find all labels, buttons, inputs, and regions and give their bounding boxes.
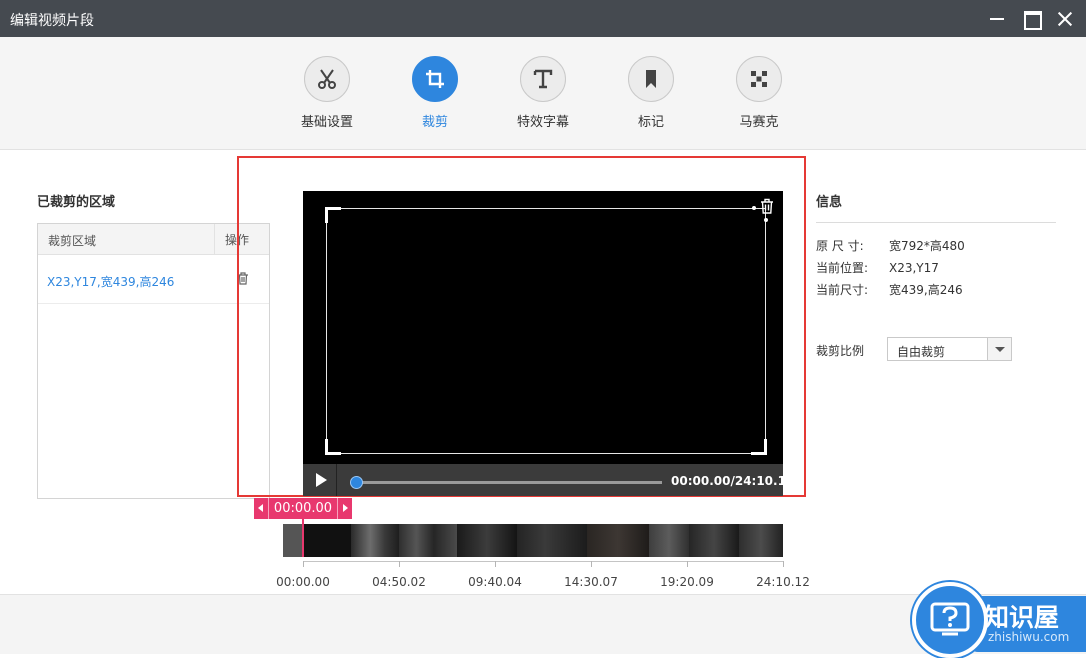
crop-ratio-select[interactable]: 自由裁剪 — [887, 337, 1012, 361]
current-position-row: 当前位置: X23,Y17 — [816, 259, 939, 276]
table-header: 裁剪区域 操作 — [38, 224, 269, 255]
tab-label: 裁剪 — [421, 115, 448, 130]
film-frame — [517, 524, 587, 557]
tab-label: 特效字幕 — [516, 115, 569, 130]
filmstrip-leader — [283, 524, 303, 557]
watermark-text: 知识屋 — [984, 603, 1060, 632]
crop-handle-bottom-left[interactable] — [325, 439, 341, 455]
film-frame — [457, 524, 517, 557]
film-frame — [351, 524, 399, 557]
delete-crop-icon[interactable] — [760, 198, 774, 217]
tab-label: 基础设置 — [300, 115, 353, 130]
tool-tabs: 基础设置 裁剪 特效字幕 标记 马赛克 — [0, 37, 1086, 150]
mosaic-icon — [736, 56, 782, 102]
timeline-tick — [495, 561, 496, 567]
timeline-tick-label: 24:10.12 — [756, 575, 810, 589]
timeline-tick — [303, 561, 304, 567]
film-frame — [587, 524, 649, 557]
crop-region-value[interactable]: X23,Y17,宽439,高246 — [47, 273, 174, 290]
crop-handle-top-edge[interactable] — [752, 206, 756, 210]
close-icon[interactable] — [1055, 9, 1075, 29]
crop-icon — [412, 56, 458, 102]
tab-label: 标记 — [637, 115, 664, 130]
current-position-label: 当前位置: — [816, 261, 869, 275]
original-size-label: 原 尺 寸: — [816, 239, 864, 253]
tab-effect-subtitles[interactable]: 特效字幕 — [498, 56, 588, 130]
play-button[interactable] — [303, 464, 337, 496]
timeline-tick — [399, 561, 400, 567]
film-frame — [649, 524, 689, 557]
current-size-value: 宽439,高246 — [889, 283, 963, 297]
step-forward-icon[interactable] — [337, 498, 352, 519]
divider — [816, 222, 1056, 223]
text-t-icon — [520, 56, 566, 102]
timeline-current-time: 00:00.00 — [273, 501, 333, 516]
window-title: 编辑视频片段 — [10, 13, 94, 29]
timeline-tick-label: 14:30.07 — [564, 575, 618, 589]
player-controls: 00:00.00/24:10.12 — [303, 464, 794, 496]
progress-bar[interactable] — [350, 476, 662, 489]
watermark-subtext: zhishiwu.com — [988, 630, 1070, 644]
film-frame — [399, 524, 457, 557]
timeline-tick-label: 09:40.04 — [468, 575, 522, 589]
timeline-tick — [687, 561, 688, 567]
timeline-tick — [591, 561, 592, 567]
cropped-regions-table: 裁剪区域 操作 X23,Y17,宽439,高246 — [37, 223, 270, 499]
timeline-tick-label: 04:50.02 — [372, 575, 426, 589]
timeline-tick-label: 19:20.09 — [660, 575, 714, 589]
time-readout: 00:00.00/24:10.12 — [671, 474, 795, 488]
original-size-row: 原 尺 寸: 宽792*高480 — [816, 237, 965, 254]
tab-crop[interactable]: 裁剪 — [390, 56, 480, 130]
timeline-tick-label: 00:00.00 — [276, 575, 330, 589]
chevron-down-icon[interactable] — [987, 338, 1011, 360]
timeline-marker[interactable]: 00:00.00 — [254, 498, 352, 519]
info-title: 信息 — [816, 195, 843, 210]
timeline-ruler — [303, 561, 783, 562]
tab-label: 马赛克 — [739, 115, 779, 130]
crop-ratio-label: 裁剪比例 — [816, 344, 865, 358]
timeline-filmstrip[interactable] — [283, 524, 783, 557]
step-back-icon[interactable] — [254, 498, 269, 519]
crop-handle-top-left[interactable] — [325, 207, 341, 223]
tab-basic-settings[interactable]: 基础设置 — [282, 56, 372, 130]
scissors-icon — [304, 56, 350, 102]
crop-handle-right-edge[interactable] — [764, 218, 768, 222]
title-bar: 编辑视频片段 — [0, 0, 1086, 37]
cropped-regions-title: 已裁剪的区域 — [37, 195, 116, 210]
current-size-row: 当前尺寸: 宽439,高246 — [816, 281, 963, 298]
tab-mosaic[interactable]: 马赛克 — [714, 56, 804, 130]
maximize-icon[interactable] — [1021, 9, 1042, 30]
timeline-tick — [783, 561, 784, 567]
current-size-label: 当前尺寸: — [816, 283, 869, 297]
crop-selection-rect[interactable] — [326, 208, 766, 454]
timeline-playhead[interactable] — [302, 518, 304, 557]
progress-knob[interactable] — [350, 476, 363, 489]
minimize-icon[interactable] — [987, 9, 1007, 29]
film-frame — [689, 524, 739, 557]
original-size-value: 宽792*高480 — [889, 239, 965, 253]
tab-marker[interactable]: 标记 — [606, 56, 696, 130]
watermark-help-icon — [912, 582, 988, 658]
column-header-region: 裁剪区域 — [48, 234, 97, 248]
film-frame — [739, 524, 783, 557]
table-row[interactable]: X23,Y17,宽439,高246 — [38, 255, 269, 304]
current-position-value: X23,Y17 — [889, 261, 939, 275]
bookmark-icon — [628, 56, 674, 102]
crop-handle-bottom-right[interactable] — [751, 439, 767, 455]
crop-ratio-value: 自由裁剪 — [897, 345, 946, 359]
